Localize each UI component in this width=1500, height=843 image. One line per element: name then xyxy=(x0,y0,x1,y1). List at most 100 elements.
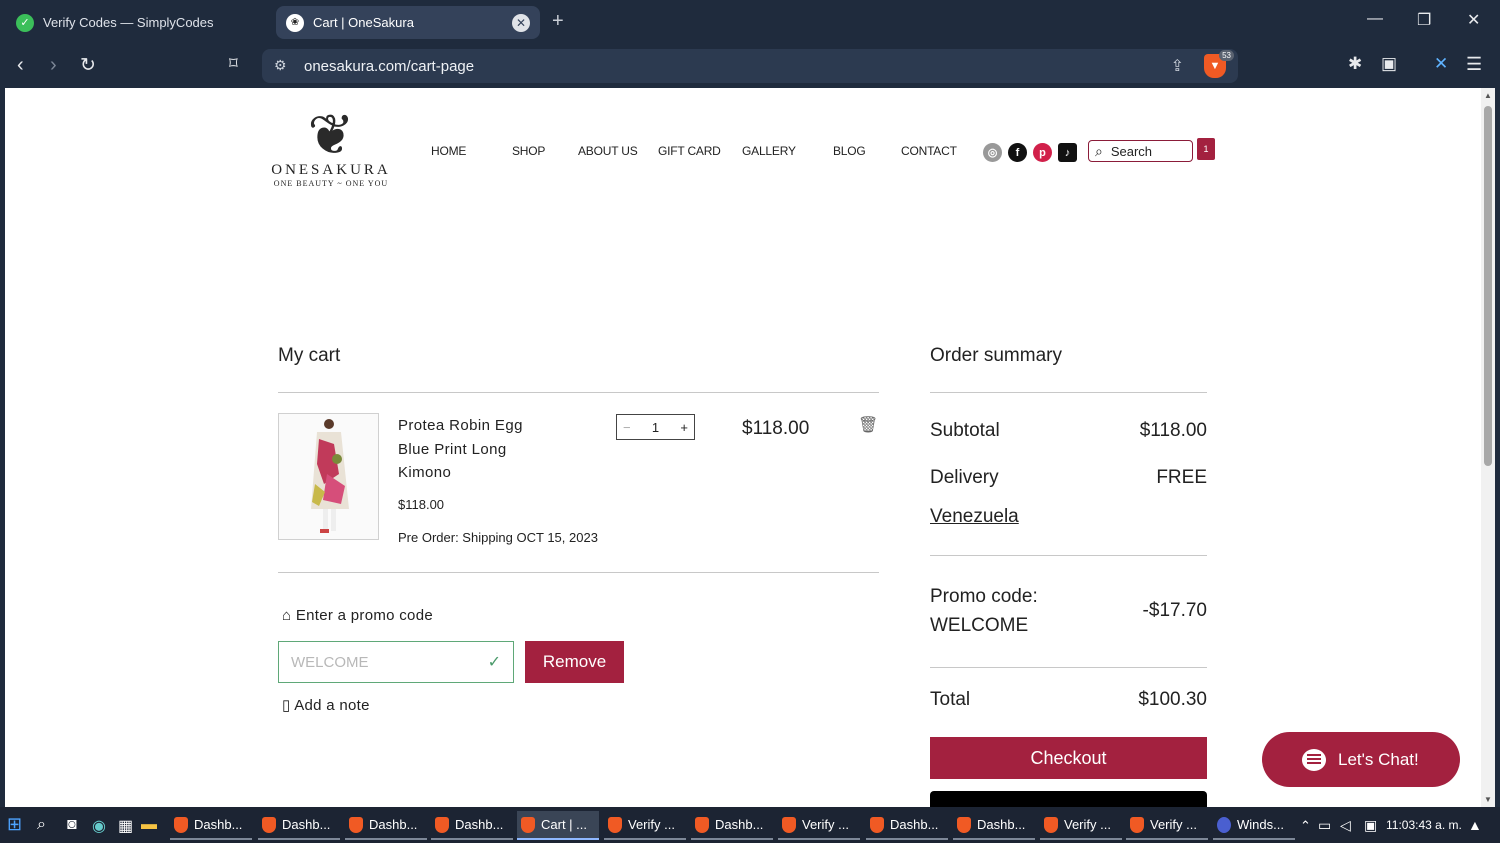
nav-home[interactable]: HOME xyxy=(431,144,466,158)
quantity-value[interactable]: 1 xyxy=(652,420,659,435)
decrease-quantity-icon[interactable]: − xyxy=(623,420,631,435)
promo-label: Promo code: xyxy=(930,586,1038,607)
taskbar-app-label: Verify ... xyxy=(802,817,849,832)
browser-toolbar: ‹ › ↻ ⌑ ⚙ onesakura.com/cart-page ⇪ ▼ 53… xyxy=(0,44,1500,88)
scroll-up-icon[interactable]: ▲ xyxy=(1484,91,1492,100)
summary-title: Order summary xyxy=(930,345,1062,366)
logo-tagline: ONE BEAUTY ~ ONE YOU xyxy=(273,179,389,188)
total-row: Total $100.30 xyxy=(930,689,1207,711)
network-icon[interactable]: ▭ xyxy=(1318,817,1331,834)
reload-icon[interactable]: ↻ xyxy=(80,54,96,77)
taskbar-app[interactable]: Dashb... xyxy=(345,811,427,840)
nav-gift-card[interactable]: GIFT CARD xyxy=(658,144,721,158)
reader-icon[interactable]: ▣ xyxy=(1381,54,1397,74)
nav-gallery[interactable]: GALLERY xyxy=(742,144,796,158)
maps-icon[interactable]: ◉ xyxy=(92,816,106,836)
pinterest-icon[interactable]: p xyxy=(1033,143,1052,162)
taskbar-app[interactable]: Dashb... xyxy=(431,811,513,840)
app-extension-icon[interactable]: ✕ xyxy=(1434,54,1448,74)
product-image[interactable] xyxy=(278,413,379,540)
share-icon[interactable]: ⇪ xyxy=(1171,56,1184,76)
tray-chevron-icon[interactable]: ⌃ xyxy=(1300,818,1311,834)
tab-title: Cart | OneSakura xyxy=(313,15,414,30)
brave-icon xyxy=(957,816,971,833)
search-icon: ⌕ xyxy=(1095,142,1103,159)
add-note-link[interactable]: ▯ Add a note xyxy=(282,696,370,714)
cart-bag-icon[interactable]: 1 xyxy=(1197,138,1215,160)
nav-shop[interactable]: SHOP xyxy=(512,144,545,158)
search-icon[interactable]: ⌕ xyxy=(37,816,46,834)
facebook-icon[interactable]: f xyxy=(1008,143,1027,162)
taskbar-app[interactable]: Dashb... xyxy=(258,811,340,840)
taskbar-app[interactable]: Dashb... xyxy=(691,811,773,840)
folder-icon[interactable]: ▬ xyxy=(141,816,157,834)
site-logo[interactable]: ❦ ONESAKURA ONE BEAUTY ~ ONE YOU xyxy=(268,106,394,189)
delivery-row: Delivery FREE xyxy=(930,467,1207,489)
taskbar-app[interactable]: Verify ... xyxy=(778,811,860,840)
enter-promo-link[interactable]: ⌂ Enter a promo code xyxy=(282,607,433,624)
start-icon[interactable]: ⊞ xyxy=(7,814,22,835)
delivery-country-link[interactable]: Venezuela xyxy=(930,506,1019,528)
site-settings-icon[interactable]: ⚙ xyxy=(274,57,287,74)
brave-icon xyxy=(349,816,363,833)
taskbar-app[interactable]: Dashb... xyxy=(866,811,948,840)
restore-icon[interactable]: ❐ xyxy=(1417,10,1431,30)
scroll-down-icon[interactable]: ▼ xyxy=(1484,795,1492,804)
tag-icon: ⌂ xyxy=(282,607,292,624)
nav-about-us[interactable]: ABOUT US xyxy=(578,144,638,158)
trash-icon[interactable]: 🗑 xyxy=(858,415,878,435)
back-icon[interactable]: ‹ xyxy=(17,54,24,77)
extensions-icon[interactable]: ✱ xyxy=(1348,54,1362,74)
calculator-icon[interactable]: ▦ xyxy=(118,816,133,836)
nav-blog[interactable]: BLOG xyxy=(833,144,866,158)
taskbar-app-active[interactable]: Cart | ... xyxy=(517,811,599,840)
tab-onesakura-cart[interactable]: ❀ Cart | OneSakura ✕ xyxy=(276,6,540,39)
minimize-icon[interactable]: — xyxy=(1367,10,1383,28)
chat-button[interactable]: Let's Chat! xyxy=(1262,732,1460,787)
taskbar-app[interactable]: Verify ... xyxy=(1040,811,1122,840)
forward-icon[interactable]: › xyxy=(50,54,57,77)
line-total: $118.00 xyxy=(742,418,810,439)
instagram-icon[interactable]: ◎ xyxy=(983,143,1002,162)
remove-promo-button[interactable]: Remove xyxy=(525,641,624,683)
nav-contact[interactable]: CONTACT xyxy=(901,144,957,158)
chat-label: Let's Chat! xyxy=(1338,749,1419,769)
promo-label-block: Promo code: WELCOME xyxy=(930,582,1038,640)
checkout-button[interactable]: Checkout xyxy=(930,737,1207,779)
product-name[interactable]: Protea Robin Egg Blue Print Long Kimono xyxy=(398,414,548,485)
total-value: $100.30 xyxy=(1138,689,1207,710)
page-scrollbar[interactable]: ▲ ▼ xyxy=(1481,88,1495,807)
notification-icon[interactable]: ▲ xyxy=(1468,817,1482,833)
quantity-stepper[interactable]: − 1 + xyxy=(616,414,695,440)
clock[interactable]: 11:03:43 a. m. xyxy=(1386,807,1462,843)
search-input[interactable]: ⌕ Search xyxy=(1088,140,1193,162)
new-tab-icon[interactable]: + xyxy=(552,10,564,33)
display-icon[interactable]: ▣ xyxy=(1364,817,1377,834)
tab-simplycodes[interactable]: ✓ Verify Codes — SimplyCodes xyxy=(6,6,268,39)
taskbar-app[interactable]: Winds... xyxy=(1213,811,1295,840)
increase-quantity-icon[interactable]: + xyxy=(680,420,688,435)
promo-code-input[interactable]: WELCOME ✓ xyxy=(278,641,514,683)
taskbar-app[interactable]: Verify ... xyxy=(1126,811,1208,840)
tiktok-icon[interactable]: ♪ xyxy=(1058,143,1077,162)
close-tab-icon[interactable]: ✕ xyxy=(512,13,530,32)
taskbar-app[interactable]: Dashb... xyxy=(953,811,1035,840)
taskbar-app[interactable]: Dashb... xyxy=(170,811,252,840)
brave-icon xyxy=(870,816,884,833)
brave-icon xyxy=(435,816,449,833)
taskbar-app[interactable]: Verify ... xyxy=(604,811,686,840)
brave-icon xyxy=(695,816,709,833)
scrollbar-thumb[interactable] xyxy=(1484,106,1492,466)
address-bar[interactable]: ⚙ onesakura.com/cart-page ⇪ ▼ 53 xyxy=(262,49,1238,83)
taskbar-app-label: Cart | ... xyxy=(541,817,587,832)
volume-icon[interactable]: ◁ xyxy=(1340,817,1351,834)
apple-pay-button[interactable] xyxy=(930,791,1207,807)
camera-icon[interactable]: ◙ xyxy=(67,816,77,834)
windscribe-icon xyxy=(1217,816,1231,833)
brave-icon xyxy=(1044,816,1058,833)
preorder-note: Pre Order: Shipping OCT 15, 2023 xyxy=(398,530,598,545)
close-window-icon[interactable]: ✕ xyxy=(1467,10,1480,30)
menu-icon[interactable]: ☰ xyxy=(1466,54,1482,75)
bookmark-icon[interactable]: ⌑ xyxy=(229,54,238,74)
brave-shield-icon[interactable]: ▼ 53 xyxy=(1204,50,1234,78)
